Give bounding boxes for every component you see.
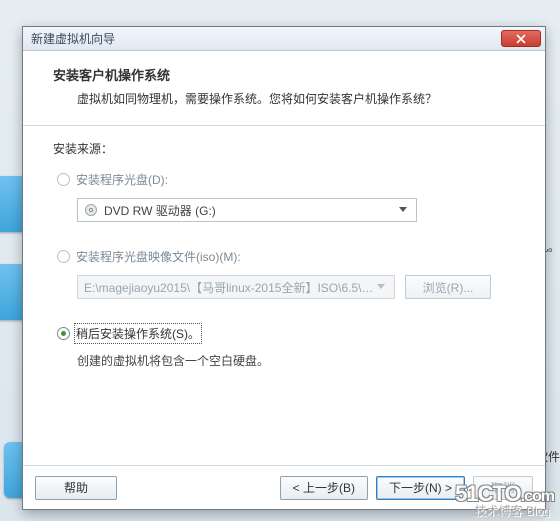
dropdown-value: E:\magejiaoyu2015\【马哥linux-2015全新】ISO\6.… <box>84 279 374 296</box>
header-title: 安装客户机操作系统 <box>53 65 515 84</box>
iso-path-dropdown: E:\magejiaoyu2015\【马哥linux-2015全新】ISO\6.… <box>77 275 395 299</box>
radio-label: 安装程序光盘(D): <box>76 171 168 188</box>
option-iso-file: 安装程序光盘映像文件(iso)(M): E:\magejiaoyu2015\【马… <box>53 248 515 299</box>
window-title: 新建虚拟机向导 <box>27 30 501 47</box>
disc-icon <box>84 203 98 217</box>
radio-icon <box>57 327 70 340</box>
close-icon <box>516 34 526 44</box>
radio-label: 稍后安装操作系统(S)。 <box>76 325 200 342</box>
disc-drive-dropdown[interactable]: DVD RW 驱动器 (G:) <box>77 198 417 222</box>
dropdown-value: DVD RW 驱动器 (G:) <box>104 202 396 219</box>
browse-button: 浏览(R)... <box>405 275 491 299</box>
radio-install-later[interactable]: 稍后安装操作系统(S)。 <box>53 325 515 342</box>
header-description: 虚拟机如同物理机，需要操作系统。您将如何安装客户机操作系统？ <box>53 90 515 109</box>
titlebar: 新建虚拟机向导 <box>23 27 545 51</box>
watermark-sub: 技术博客 Blog <box>475 502 550 519</box>
help-button[interactable]: 帮助 <box>35 476 117 500</box>
next-button[interactable]: 下一步(N) > <box>376 476 465 500</box>
radio-label: 安装程序光盘映像文件(iso)(M): <box>76 248 241 265</box>
close-button[interactable] <box>501 30 541 47</box>
chevron-down-icon <box>396 207 410 213</box>
header-section: 安装客户机操作系统 虚拟机如同物理机，需要操作系统。您将如何安装客户机操作系统？ <box>23 51 545 126</box>
chevron-down-icon <box>374 284 388 290</box>
radio-installer-disc[interactable]: 安装程序光盘(D): <box>53 171 515 188</box>
content-area: 安装来源： 安装程序光盘(D): DVD RW 驱动器 (G:) 安装程序光盘映… <box>23 126 545 465</box>
install-source-label: 安装来源： <box>53 140 515 157</box>
radio-iso-file[interactable]: 安装程序光盘映像文件(iso)(M): <box>53 248 515 265</box>
option-install-later: 稍后安装操作系统(S)。 创建的虚拟机将包含一个空白硬盘。 <box>53 325 515 369</box>
option-description: 创建的虚拟机将包含一个空白硬盘。 <box>77 352 515 369</box>
option-installer-disc: 安装程序光盘(D): DVD RW 驱动器 (G:) <box>53 171 515 222</box>
wizard-dialog: 新建虚拟机向导 安装客户机操作系统 虚拟机如同物理机，需要操作系统。您将如何安装… <box>22 26 546 510</box>
radio-icon <box>57 250 70 263</box>
radio-icon <box>57 173 70 186</box>
back-button[interactable]: < 上一步(B) <box>280 476 368 500</box>
